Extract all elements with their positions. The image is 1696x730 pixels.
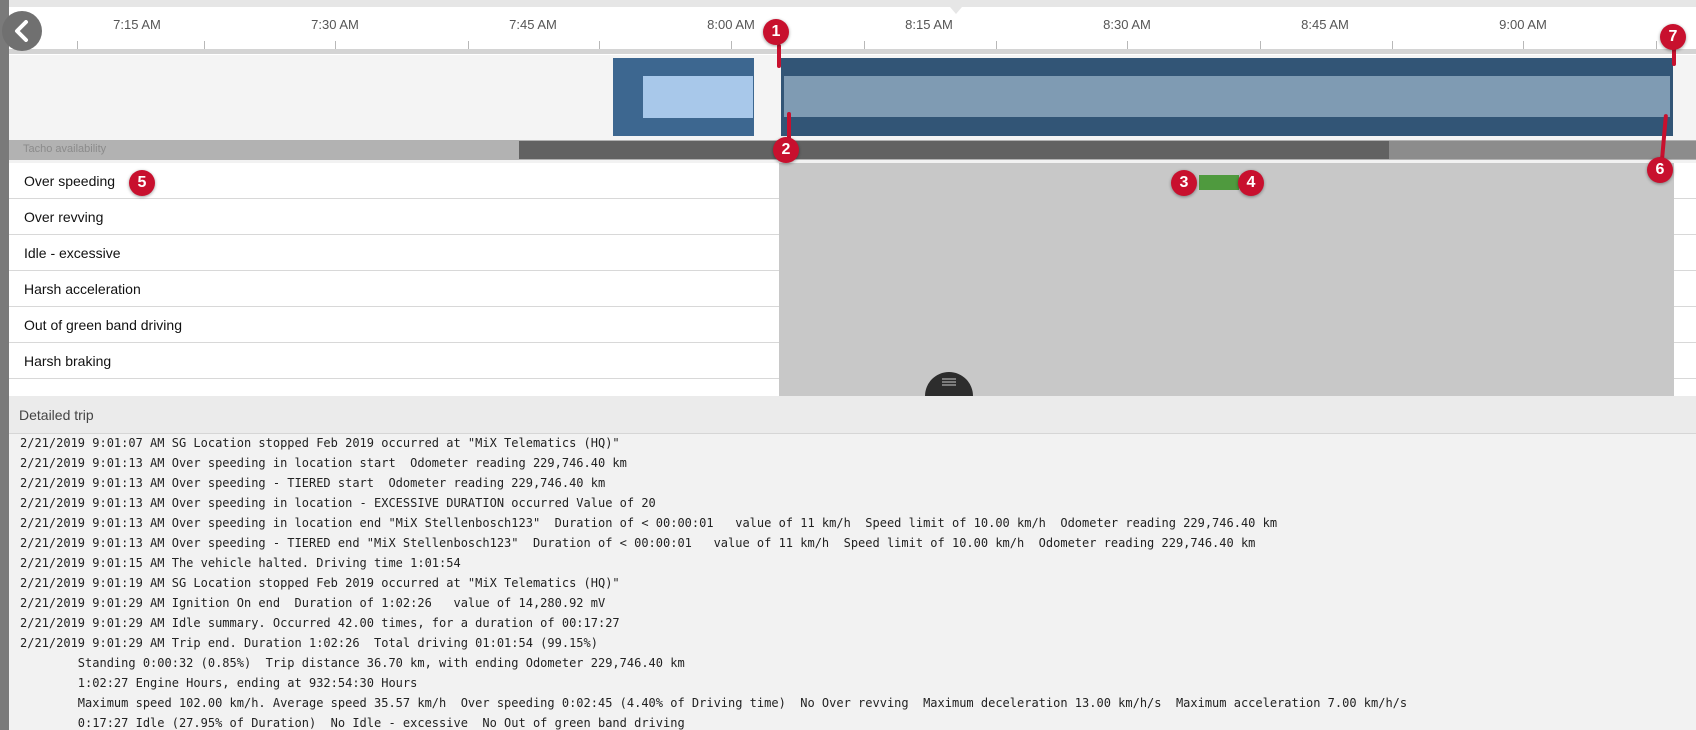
current-view-indicator <box>950 7 962 14</box>
trip-block-previous-driving <box>643 76 753 118</box>
callout-marker-1: 1 <box>763 19 789 45</box>
trip-block-previous[interactable] <box>613 58 754 136</box>
left-edge-strip <box>0 0 9 730</box>
log-line: 2/21/2019 9:01:07 AM SG Location stopped… <box>20 436 620 450</box>
tick-mark <box>1260 41 1261 49</box>
timeline-baseline <box>9 49 1696 54</box>
log-line: 2/21/2019 9:01:13 AM Over speeding in lo… <box>20 516 1278 530</box>
tick-label: 8:30 AM <box>1103 17 1151 32</box>
log-line: 0:17:27 Idle (27.95% of Duration) No Idl… <box>20 716 685 730</box>
trip-block-selected[interactable] <box>781 58 1673 136</box>
log-line: 2/21/2019 9:01:13 AM Over speeding - TIE… <box>20 476 606 490</box>
over-speeding-event-bar[interactable] <box>1199 175 1239 190</box>
log-line: 2/21/2019 9:01:13 AM Over speeding - TIE… <box>20 536 1256 550</box>
timeline-header: 7:15 AM 7:30 AM 7:45 AM 8:00 AM 8:15 AM … <box>9 0 1696 55</box>
log-line: 2/21/2019 9:01:13 AM Over speeding in lo… <box>20 496 656 510</box>
detailed-trip-header: Detailed trip <box>9 396 1696 434</box>
callout-marker-6: 6 <box>1647 157 1673 183</box>
callout-marker-7: 7 <box>1660 24 1686 50</box>
log-line: 2/21/2019 9:01:29 AM Trip end. Duration … <box>20 636 598 650</box>
selected-trip-range <box>779 163 1674 396</box>
event-row-label: Harsh acceleration <box>24 281 141 297</box>
tick-mark <box>599 41 600 49</box>
tick-mark <box>1656 41 1657 49</box>
tick-label: 7:45 AM <box>509 17 557 32</box>
tick-label: 7:30 AM <box>311 17 359 32</box>
tick-mark <box>77 41 78 49</box>
tick-mark <box>1127 41 1128 49</box>
tacho-availability-label: Tacho availability <box>23 143 107 155</box>
tick-mark <box>204 41 205 49</box>
log-line: 1:02:27 Engine Hours, ending at 932:54:3… <box>20 676 418 690</box>
tick-mark <box>335 41 336 49</box>
tick-label: 9:00 AM <box>1499 17 1547 32</box>
log-line: 2/21/2019 9:01:29 AM Idle summary. Occur… <box>20 616 620 630</box>
callout-marker-2: 2 <box>773 137 799 163</box>
tick-label: 8:15 AM <box>905 17 953 32</box>
detailed-trip-title: Detailed trip <box>19 407 94 423</box>
log-line: 2/21/2019 9:01:19 AM SG Location stopped… <box>20 576 620 590</box>
tick-label: 8:00 AM <box>707 17 755 32</box>
marker-pointer-1 <box>777 44 781 68</box>
tacho-availability-bar: Tacho availability <box>9 140 1696 160</box>
event-row-label: Idle - excessive <box>24 245 121 261</box>
tick-mark <box>1392 41 1393 49</box>
log-line: 2/21/2019 9:01:15 AM The vehicle halted.… <box>20 556 461 570</box>
callout-marker-4: 4 <box>1238 170 1264 196</box>
tick-mark <box>1523 41 1524 49</box>
event-row-label: Harsh braking <box>24 353 112 369</box>
tick-mark <box>864 41 865 49</box>
log-line: Standing 0:00:32 (0.85%) Trip distance 3… <box>20 656 685 670</box>
callout-marker-3: 3 <box>1171 170 1197 196</box>
tick-mark <box>468 41 469 49</box>
log-line: 2/21/2019 9:01:29 AM Ignition On end Dur… <box>20 596 606 610</box>
event-row-label: Over speeding <box>24 173 116 189</box>
log-line: 2/21/2019 9:01:13 AM Over speeding in lo… <box>20 456 627 470</box>
chevron-left-icon <box>15 20 28 42</box>
event-row-label: Over revving <box>24 209 104 225</box>
detailed-trip-log[interactable]: 2/21/2019 9:01:07 AM SG Location stopped… <box>9 434 1696 730</box>
tick-mark <box>731 41 732 49</box>
back-button[interactable] <box>2 11 42 51</box>
tacho-available-segment <box>519 141 1389 159</box>
tick-label: 8:45 AM <box>1301 17 1349 32</box>
callout-marker-5: 5 <box>129 170 155 196</box>
tick-label: 7:15 AM <box>113 17 161 32</box>
tacho-partial-segment <box>1389 141 1696 159</box>
timeline-scroll-bar[interactable] <box>9 0 1696 7</box>
log-line: Maximum speed 102.00 km/h. Average speed… <box>20 696 1408 710</box>
drag-handle-icon <box>942 378 956 386</box>
tick-mark <box>996 41 997 49</box>
event-row-label: Out of green band driving <box>24 317 182 333</box>
trip-block-selected-driving <box>784 76 1670 117</box>
